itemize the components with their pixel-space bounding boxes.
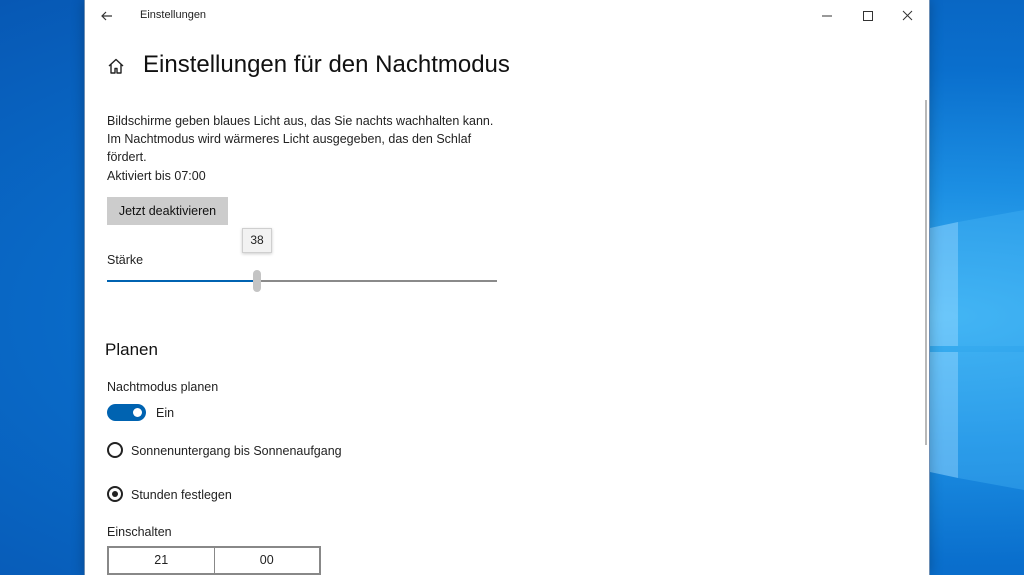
home-icon[interactable] [107, 57, 125, 75]
time-minute[interactable]: 00 [213, 548, 320, 573]
toggle-knob [133, 408, 142, 417]
title-bar: Einstellungen [85, 0, 929, 32]
radio-sunset-label[interactable]: Sonnenuntergang bis Sonnenaufgang [131, 444, 342, 458]
strength-slider[interactable] [107, 270, 497, 292]
turn-on-time-picker[interactable]: 21 00 [107, 546, 321, 575]
description-text: Bildschirme geben blaues Licht aus, das … [107, 114, 494, 164]
close-icon[interactable] [884, 0, 930, 32]
turn-on-label: Einschalten [107, 525, 172, 539]
schedule-toggle[interactable] [107, 404, 146, 421]
window-title: Einstellungen [140, 9, 207, 21]
radio-set-hours-label[interactable]: Stunden festlegen [131, 488, 232, 502]
radio-selected-dot [112, 491, 118, 497]
slider-value-tooltip: 38 [242, 228, 272, 253]
toggle-state-text: Ein [156, 406, 175, 420]
page-title: Einstellungen für den Nachtmodus [143, 51, 510, 78]
settings-window: Einstellungen Einstellungen für den Nach… [84, 0, 930, 575]
back-arrow-icon[interactable] [97, 6, 117, 26]
radio-sunset-to-sunrise[interactable] [107, 442, 123, 458]
radio-set-hours[interactable] [107, 486, 123, 502]
slider-thumb[interactable] [253, 270, 261, 292]
minimize-icon[interactable] [804, 0, 850, 32]
slider-fill [107, 280, 257, 282]
schedule-toggle-label: Nachtmodus planen [107, 380, 219, 394]
strength-label: Stärke [107, 253, 144, 267]
schedule-heading: Planen [105, 340, 158, 359]
deactivate-now-button[interactable]: Jetzt deaktivieren [107, 197, 228, 225]
status-text: Aktiviert bis 07:00 [107, 169, 206, 183]
time-hour[interactable]: 21 [109, 548, 214, 573]
scrollbar[interactable] [925, 100, 927, 445]
